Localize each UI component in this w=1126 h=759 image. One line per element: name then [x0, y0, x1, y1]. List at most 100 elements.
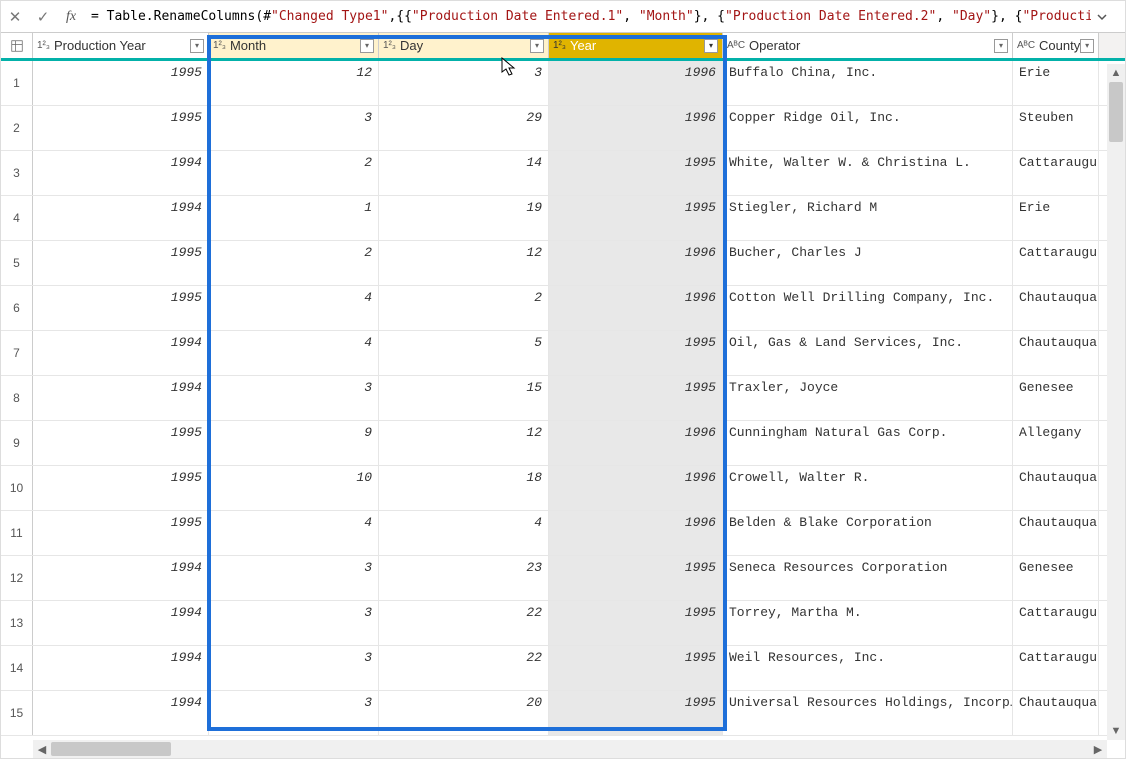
cell[interactable]: 1995: [33, 286, 209, 330]
row-number[interactable]: 4: [1, 196, 33, 240]
cell[interactable]: Oil, Gas & Land Services, Inc.: [723, 331, 1013, 375]
table-row[interactable]: 519952121996Bucher, Charles JCattaraugu: [1, 241, 1125, 286]
table-row[interactable]: 319942141995White, Walter W. & Christina…: [1, 151, 1125, 196]
cell[interactable]: 2: [379, 286, 549, 330]
vscroll-thumb[interactable]: [1109, 82, 1123, 142]
cell[interactable]: 18: [379, 466, 549, 510]
row-number[interactable]: 7: [1, 331, 33, 375]
cell[interactable]: 29: [379, 106, 549, 150]
cell[interactable]: 1994: [33, 151, 209, 195]
horizontal-scrollbar[interactable]: ◀ ▶: [33, 740, 1107, 758]
table-row[interactable]: 1319943221995Torrey, Martha M.Cattaraugu: [1, 601, 1125, 646]
cell[interactable]: Cotton Well Drilling Company, Inc.: [723, 286, 1013, 330]
cell[interactable]: 1995: [33, 511, 209, 555]
cell[interactable]: Cattaraugu: [1013, 601, 1099, 645]
filter-dropdown-button[interactable]: ▾: [1080, 39, 1094, 53]
row-number[interactable]: 2: [1, 106, 33, 150]
row-number[interactable]: 10: [1, 466, 33, 510]
row-number[interactable]: 1: [1, 61, 33, 105]
cell[interactable]: Genesee: [1013, 376, 1099, 420]
cell[interactable]: 1995: [33, 106, 209, 150]
vertical-scrollbar[interactable]: ▲ ▼: [1107, 64, 1125, 740]
table-row[interactable]: 119951231996Buffalo China, Inc.Erie: [1, 61, 1125, 106]
cell[interactable]: 1994: [33, 601, 209, 645]
cell[interactable]: Steuben: [1013, 106, 1099, 150]
cell[interactable]: Chautauqua: [1013, 286, 1099, 330]
cell[interactable]: Allegany: [1013, 421, 1099, 465]
cell[interactable]: 1996: [549, 466, 723, 510]
filter-dropdown-button[interactable]: ▾: [530, 39, 544, 53]
cell[interactable]: 1995: [33, 61, 209, 105]
cell[interactable]: 22: [379, 646, 549, 690]
cell[interactable]: 1996: [549, 241, 723, 285]
cell[interactable]: 1995: [33, 421, 209, 465]
filter-dropdown-button[interactable]: ▾: [704, 39, 718, 53]
cell[interactable]: Crowell, Walter R.: [723, 466, 1013, 510]
table-row[interactable]: 71994451995Oil, Gas & Land Services, Inc…: [1, 331, 1125, 376]
table-row[interactable]: 819943151995Traxler, JoyceGenesee: [1, 376, 1125, 421]
cell[interactable]: 3: [209, 646, 379, 690]
cell[interactable]: Stiegler, Richard M: [723, 196, 1013, 240]
column-header-year[interactable]: 1²₃Year▾: [549, 33, 723, 58]
cell[interactable]: 1996: [549, 61, 723, 105]
row-number[interactable]: 14: [1, 646, 33, 690]
hscroll-track[interactable]: [51, 740, 1089, 758]
table-row[interactable]: 419941191995Stiegler, Richard MErie: [1, 196, 1125, 241]
cell[interactable]: Belden & Blake Corporation: [723, 511, 1013, 555]
column-header-production-year[interactable]: 1²₃Production Year▾: [33, 33, 209, 58]
cell[interactable]: 1995: [549, 331, 723, 375]
cell[interactable]: 1994: [33, 196, 209, 240]
filter-dropdown-button[interactable]: ▾: [190, 39, 204, 53]
cell[interactable]: 1994: [33, 691, 209, 735]
filter-dropdown-button[interactable]: ▾: [360, 39, 374, 53]
cell[interactable]: 1994: [33, 646, 209, 690]
cell[interactable]: 1994: [33, 556, 209, 600]
cell[interactable]: 3: [209, 601, 379, 645]
cell[interactable]: 1995: [549, 646, 723, 690]
cell[interactable]: 12: [379, 421, 549, 465]
cell[interactable]: Buffalo China, Inc.: [723, 61, 1013, 105]
cell[interactable]: 4: [379, 511, 549, 555]
cell[interactable]: 1994: [33, 376, 209, 420]
row-number[interactable]: 15: [1, 691, 33, 735]
cell[interactable]: White, Walter W. & Christina L.: [723, 151, 1013, 195]
cell[interactable]: 12: [209, 61, 379, 105]
scroll-up-button[interactable]: ▲: [1107, 64, 1125, 82]
table-row[interactable]: 61995421996Cotton Well Drilling Company,…: [1, 286, 1125, 331]
row-number[interactable]: 3: [1, 151, 33, 195]
table-row[interactable]: 219953291996Copper Ridge Oil, Inc.Steube…: [1, 106, 1125, 151]
cell[interactable]: 22: [379, 601, 549, 645]
cell[interactable]: Chautauqua: [1013, 466, 1099, 510]
row-number[interactable]: 13: [1, 601, 33, 645]
cell[interactable]: 1995: [549, 691, 723, 735]
vscroll-track[interactable]: [1107, 82, 1125, 722]
cell[interactable]: 3: [209, 691, 379, 735]
cell[interactable]: Chautauqua: [1013, 691, 1099, 735]
cell[interactable]: 1995: [549, 376, 723, 420]
cell[interactable]: 9: [209, 421, 379, 465]
cell[interactable]: 10: [209, 466, 379, 510]
cell[interactable]: Chautauqua: [1013, 331, 1099, 375]
column-header-county[interactable]: AᴮCCounty▾: [1013, 33, 1099, 58]
cell[interactable]: Bucher, Charles J: [723, 241, 1013, 285]
cell[interactable]: 1995: [549, 601, 723, 645]
cell[interactable]: 3: [209, 376, 379, 420]
cell[interactable]: 1: [209, 196, 379, 240]
scroll-right-button[interactable]: ▶: [1089, 740, 1107, 758]
cell[interactable]: 4: [209, 331, 379, 375]
cell[interactable]: 23: [379, 556, 549, 600]
cell[interactable]: 1996: [549, 106, 723, 150]
table-row[interactable]: 919959121996Cunningham Natural Gas Corp.…: [1, 421, 1125, 466]
cell[interactable]: 4: [209, 286, 379, 330]
cell[interactable]: Erie: [1013, 61, 1099, 105]
hscroll-thumb[interactable]: [51, 742, 171, 756]
cell[interactable]: 3: [209, 106, 379, 150]
cell[interactable]: 1995: [549, 556, 723, 600]
table-row[interactable]: 10199510181996Crowell, Walter R.Chautauq…: [1, 466, 1125, 511]
row-number[interactable]: 9: [1, 421, 33, 465]
cell[interactable]: 1994: [33, 331, 209, 375]
cell[interactable]: 15: [379, 376, 549, 420]
cancel-formula-button[interactable]: ✕: [1, 3, 29, 31]
cell[interactable]: Universal Resources Holdings, Incorp…: [723, 691, 1013, 735]
cell[interactable]: Chautauqua: [1013, 511, 1099, 555]
